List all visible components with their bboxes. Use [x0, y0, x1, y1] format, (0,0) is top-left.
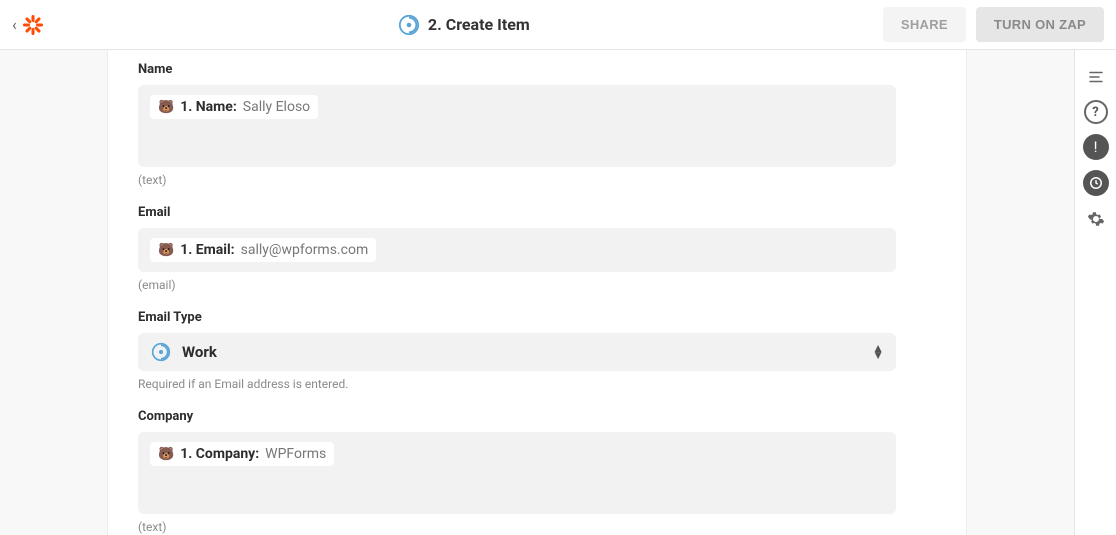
name-chip-label: 1. Name: [180, 99, 237, 115]
company-chip-value: WPForms [265, 446, 326, 462]
email-type-select[interactable]: Work ▲▼ [138, 333, 896, 371]
wpforms-icon: 🐻 [158, 101, 174, 114]
email-chip-label: 1. Email: [180, 242, 234, 258]
gear-icon[interactable] [1083, 206, 1109, 232]
name-hint: (text) [138, 173, 896, 187]
email-label: Email [138, 205, 896, 220]
email-type-hint: Required if an Email address is entered. [138, 377, 896, 391]
clock-icon[interactable] [1083, 170, 1109, 196]
email-chip[interactable]: 🐻 1. Email: sally@wpforms.com [150, 238, 376, 262]
main-area: Name 🐻 1. Name: Sally Eloso (text) Email… [0, 50, 1116, 535]
name-input[interactable]: 🐻 1. Name: Sally Eloso [138, 85, 896, 167]
form-card: Name 🐻 1. Name: Sally Eloso (text) Email… [107, 50, 967, 535]
company-label: Company [138, 409, 896, 424]
turn-on-zap-button[interactable]: TURN ON ZAP [976, 7, 1104, 42]
email-input[interactable]: 🐻 1. Email: sally@wpforms.com [138, 228, 896, 272]
email-type-value: Work [182, 343, 862, 361]
company-chip[interactable]: 🐻 1. Company: WPForms [150, 442, 334, 466]
right-rail: ? ! [1074, 50, 1116, 535]
alert-icon[interactable]: ! [1083, 134, 1109, 160]
share-button[interactable]: SHARE [883, 7, 966, 42]
field-email-type: Email Type Work ▲▼ Required if an Email … [138, 310, 896, 391]
zapier-logo-icon[interactable] [21, 13, 45, 37]
help-icon[interactable]: ? [1084, 100, 1108, 124]
name-chip[interactable]: 🐻 1. Name: Sally Eloso [150, 95, 318, 119]
outline-icon[interactable] [1083, 64, 1109, 90]
company-hint: (text) [138, 520, 896, 534]
content-column: Name 🐻 1. Name: Sally Eloso (text) Email… [0, 50, 1074, 535]
title-wrapper: 2. Create Item [45, 14, 883, 36]
wpforms-icon: 🐻 [158, 244, 174, 257]
name-label: Name [138, 62, 896, 77]
company-input[interactable]: 🐻 1. Company: WPForms [138, 432, 896, 514]
wpforms-icon: 🐻 [158, 448, 174, 461]
podio-icon [150, 341, 172, 363]
chevron-updown-icon: ▲▼ [872, 345, 884, 359]
field-email: Email 🐻 1. Email: sally@wpforms.com (ema… [138, 205, 896, 292]
company-chip-label: 1. Company: [180, 446, 259, 462]
field-name: Name 🐻 1. Name: Sally Eloso (text) [138, 62, 896, 187]
email-chip-value: sally@wpforms.com [241, 242, 369, 258]
email-type-label: Email Type [138, 310, 896, 325]
top-bar: ‹ 2. Create Item SHARE TURN ON ZAP [0, 0, 1116, 50]
podio-icon [398, 14, 420, 36]
name-chip-value: Sally Eloso [243, 99, 310, 115]
field-company: Company 🐻 1. Company: WPForms (text) [138, 409, 896, 534]
page-title: 2. Create Item [428, 15, 530, 34]
back-icon[interactable]: ‹ [12, 15, 17, 34]
email-hint: (email) [138, 278, 896, 292]
